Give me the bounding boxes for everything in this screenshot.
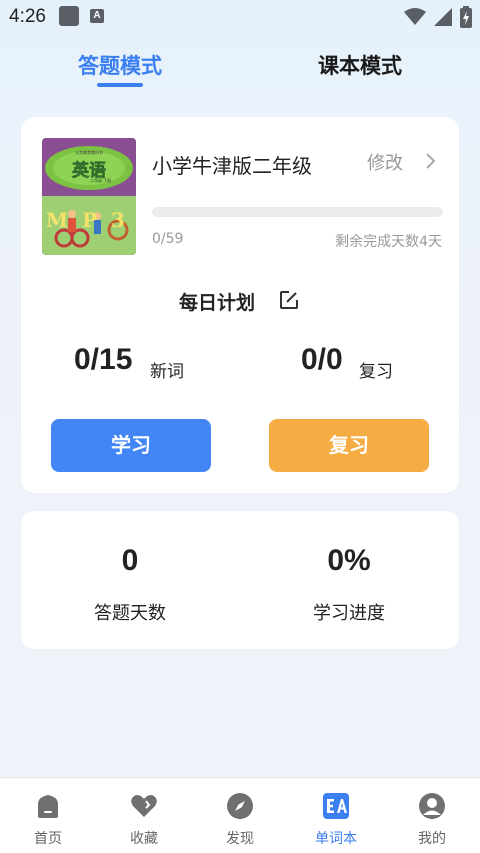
book-cover[interactable]: 义务教育教科书 英语 二年级 下册 M P 3 <box>42 138 136 255</box>
edit-book-link[interactable]: 修改 <box>367 149 403 175</box>
cover-letters-text: M P 3 <box>46 208 125 232</box>
study-progress-value: 0% <box>327 544 371 577</box>
nav-item-home[interactable]: 首页 <box>0 778 96 853</box>
wordbook-icon <box>323 793 349 819</box>
signal-icon <box>434 8 452 26</box>
home-icon <box>38 795 58 818</box>
bottom-navigation: 首页 收藏 发现 单词本 我的 <box>0 777 480 853</box>
notification-app-icon <box>59 6 79 26</box>
study-button[interactable]: 学习 <box>51 419 211 472</box>
status-time: 4:26 <box>9 6 46 27</box>
chevron-right-icon[interactable] <box>424 152 436 170</box>
nav-item-profile[interactable]: 我的 <box>384 778 480 853</box>
review-button[interactable]: 复习 <box>269 419 429 472</box>
nav-item-discover[interactable]: 发现 <box>192 778 288 853</box>
cover-title-text: 英语 <box>72 161 107 182</box>
compass-icon <box>227 793 253 819</box>
study-progress-label: 学习进度 <box>313 603 385 624</box>
new-words-label: 新词 <box>150 362 184 382</box>
status-bar: 4:26 A <box>0 0 480 34</box>
edit-plan-icon[interactable] <box>278 289 300 311</box>
active-tab-indicator <box>97 83 143 87</box>
new-words-count: 0/15 <box>74 343 133 376</box>
nav-label-wordbook: 单词本 <box>315 831 357 847</box>
nav-label-profile: 我的 <box>418 831 446 847</box>
review-count: 0/0 <box>301 343 343 376</box>
nav-label-favorites: 收藏 <box>130 831 158 847</box>
tab-textbook-mode[interactable]: 课本模式 <box>318 50 402 80</box>
review-label: 复习 <box>359 362 393 382</box>
remaining-days-text: 剩余完成天数4天 <box>335 234 442 250</box>
heart-icon <box>131 795 157 817</box>
answer-days-value: 0 <box>121 544 139 577</box>
wifi-icon <box>404 8 426 25</box>
nav-label-discover: 发现 <box>226 831 254 847</box>
plan-card: 义务教育教科书 英语 二年级 下册 M P 3 小学牛津版二年级 修改 0/59… <box>21 117 459 493</box>
book-title: 小学牛津版二年级 <box>152 154 312 178</box>
daily-plan-title: 每日计划 <box>179 292 256 314</box>
mode-tabs: 答题模式 课本模式 <box>0 48 480 92</box>
tab-answer-mode[interactable]: 答题模式 <box>78 50 162 80</box>
book-progress-bar <box>152 207 443 217</box>
book-progress-text: 0/59 <box>152 231 184 247</box>
stats-card: 0 答题天数 0% 学习进度 <box>21 511 459 649</box>
cover-grade-text: 二年级 下册 <box>90 178 112 183</box>
battery-icon <box>460 6 472 28</box>
profile-icon <box>419 793 445 819</box>
nav-item-wordbook[interactable]: 单词本 <box>288 778 384 853</box>
nav-item-favorites[interactable]: 收藏 <box>96 778 192 853</box>
nav-label-home: 首页 <box>34 831 62 847</box>
answer-days-label: 答题天数 <box>94 603 166 624</box>
notification-a-icon: A <box>90 9 104 23</box>
